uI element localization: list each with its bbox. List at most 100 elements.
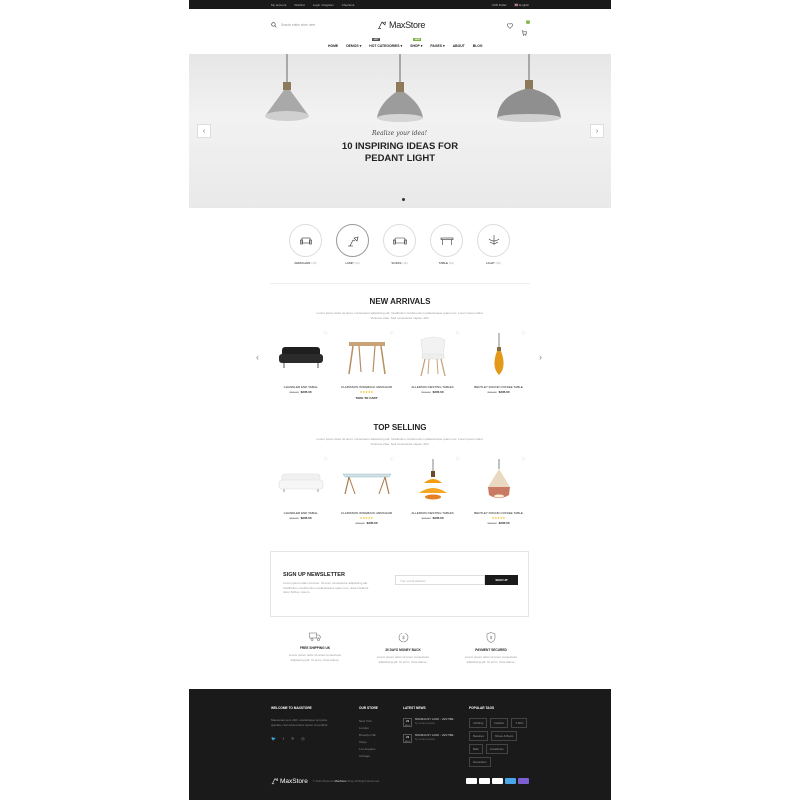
heart-icon[interactable]: ♡ [456, 457, 460, 463]
cart-button[interactable]: 0 [521, 20, 530, 41]
instagram-icon[interactable]: ◎ [301, 736, 305, 741]
product-card[interactable]: ♡ BENTLEY ROUND COFFEE TABLE $99.00 $235.… [469, 331, 528, 400]
product-price: $99.00 $235.00 [355, 521, 378, 525]
chevron-right-icon[interactable]: › [539, 352, 542, 362]
nav-hot-categories[interactable]: HOT HOT CATEGORIES ▾ [369, 38, 402, 48]
tag-link[interactable]: Fashion [490, 718, 509, 728]
facebook-icon[interactable]: f [283, 736, 284, 741]
product-name[interactable]: CHANDLER END TABLE [271, 385, 330, 389]
search-bar[interactable]: Search entire store here [271, 22, 315, 28]
tag-link[interactable]: Decoration [469, 757, 491, 767]
store-link[interactable]: Los Angeles [359, 746, 378, 753]
heart-icon[interactable]: ♡ [456, 331, 460, 337]
pinterest-icon[interactable]: ℗ [291, 736, 294, 741]
svg-text:$: $ [402, 635, 405, 640]
product-image[interactable]: ♡ [337, 457, 396, 507]
category-lamp[interactable]: LAMP (10) [336, 224, 369, 265]
heart-icon[interactable]: ♡ [390, 331, 394, 337]
discover-icon [492, 778, 503, 784]
product-card[interactable]: ♡ CLARISSON WINGBACK ARMCHAIR ★★★★★ TAKE… [337, 331, 396, 400]
add-to-cart-button[interactable]: TAKE TO CART [337, 396, 396, 400]
category-circle[interactable] [430, 224, 463, 257]
logo-lamp-icon [378, 21, 386, 29]
product-image[interactable]: ♡ [469, 331, 528, 381]
nav-home[interactable]: HOME [328, 44, 338, 48]
logo[interactable]: MaxStore [377, 20, 425, 30]
product-card[interactable]: ♡ CLARISSON WINGBACK ARMCHAIR ★★★★★ $99.… [337, 457, 396, 525]
slider-next-button[interactable]: › [590, 124, 604, 138]
product-card[interactable]: ♡ ALLERSON NESTING TABLES $99.00 $235.00 [403, 331, 462, 400]
search-input[interactable]: Search entire store here [281, 23, 315, 27]
tag-link[interactable]: Clothing [469, 718, 488, 728]
product-image[interactable]: ♡ [337, 331, 396, 381]
wishlist-heart-icon[interactable] [507, 23, 513, 29]
newsletter-email-input[interactable]: Your email address [395, 575, 485, 585]
login-register-link[interactable]: Login / Register [313, 3, 334, 7]
chevron-left-icon[interactable]: ‹ [256, 352, 259, 362]
slider-prev-button[interactable]: ‹ [197, 124, 211, 138]
product-name[interactable]: BENTLEY ROUND COFFEE TABLE [469, 385, 528, 389]
store-link[interactable]: Tokyo [359, 739, 378, 746]
product-image[interactable]: ♡ [469, 457, 528, 507]
language-select[interactable]: 🇬🇧 English [515, 3, 529, 7]
product-card[interactable]: ♡ BENTLEY ROUND COFFEE TABLE ★★★★★ $99.0… [469, 457, 528, 525]
product-image[interactable]: ♡ [403, 331, 462, 381]
currency-select[interactable]: USD Dollar [492, 3, 507, 7]
product-card[interactable]: ♡ ALLERSON NESTING TABLES $99.00 $235.00 [403, 457, 462, 525]
category-circle[interactable] [289, 224, 322, 257]
my-account-link[interactable]: My account [271, 3, 286, 7]
wishlist-link[interactable]: Wishlist [294, 3, 304, 7]
twitter-icon[interactable]: 🐦 [271, 736, 276, 741]
product-name[interactable]: BENTLEY ROUND COFFEE TABLE [469, 511, 528, 515]
cart-count-badge: 0 [526, 20, 530, 24]
store-link[interactable]: New York [359, 718, 378, 725]
nav-shop[interactable]: NEW SHOP ▾ [410, 38, 422, 48]
category-table[interactable]: TABLE (10) [430, 224, 463, 265]
category-sofas[interactable]: SOFAS (10) [383, 224, 416, 265]
news-item[interactable]: 23 AUG MINIMALIST LAND - VESTIBE by Lorem … [403, 733, 454, 743]
product-name[interactable]: CHANDLER END TABLE [271, 511, 330, 515]
footer-logo[interactable]: MaxStore [271, 777, 308, 785]
news-item[interactable]: 23 AUG MINIMALIST LAND - VESTIBE by Lorem … [403, 717, 454, 727]
heart-icon[interactable]: ♡ [390, 457, 394, 463]
product-image[interactable]: ♡ [403, 457, 462, 507]
store-link[interactable]: Chicago [359, 753, 378, 760]
checkout-link[interactable]: Checkout [342, 3, 355, 7]
category-circle[interactable] [336, 224, 369, 257]
mastercard-icon [479, 778, 490, 784]
tag-link[interactable]: Bath [469, 744, 483, 754]
signup-button[interactable]: SIGN UP [485, 575, 518, 585]
store-link[interactable]: London [359, 725, 378, 732]
rating-stars: ★★★★★ [491, 516, 506, 520]
new-arrivals-products: ♡ CHANDLER END TABLE $99.00 $235.00 ♡ CLA… [271, 331, 528, 400]
category-light[interactable]: LIGHT (10) [477, 224, 510, 265]
category-circle[interactable] [383, 224, 416, 257]
product-image[interactable]: ♡ [271, 331, 330, 381]
tag-link[interactable]: Beauties [469, 731, 488, 741]
nav-pages[interactable]: PAGES ▾ [430, 44, 444, 48]
heart-icon[interactable]: ♡ [522, 457, 526, 463]
category-armchair[interactable]: ARMCHAIR (10) [289, 224, 322, 265]
product-name[interactable]: CLARISSON WINGBACK ARMCHAIR [337, 511, 396, 515]
footer-popular-tags: POPULAR TAGS Clothing Fashion T-Shirt Be… [469, 706, 531, 767]
heart-icon[interactable]: ♡ [324, 331, 328, 337]
product-name[interactable]: ALLERSON NESTING TABLES [403, 511, 462, 515]
search-icon[interactable] [271, 22, 277, 28]
tag-link[interactable]: T-Shirt [511, 718, 528, 728]
nav-demos[interactable]: DEMOS ▾ [346, 44, 361, 48]
heart-icon[interactable]: ♡ [324, 457, 328, 463]
tag-link[interactable]: Jewelleries [485, 744, 508, 754]
store-link[interactable]: Brooklyn NE [359, 732, 378, 739]
nav-about[interactable]: ABOUT [453, 44, 465, 48]
slider-dot-active[interactable] [402, 198, 405, 201]
nav-blog[interactable]: BLOG [473, 44, 483, 48]
tag-link[interactable]: Shoes & Boots [490, 731, 518, 741]
product-card[interactable]: ♡ CHANDLER END TABLE $99.00 $235.00 [271, 457, 330, 525]
product-card[interactable]: ♡ CHANDLER END TABLE $99.00 $235.00 [271, 331, 330, 400]
table-icon [440, 237, 453, 245]
product-name[interactable]: ALLERSON NESTING TABLES [403, 385, 462, 389]
product-name[interactable]: CLARISSON WINGBACK ARMCHAIR [337, 385, 396, 389]
product-image[interactable]: ♡ [271, 457, 330, 507]
heart-icon[interactable]: ♡ [522, 331, 526, 337]
category-circle[interactable] [477, 224, 510, 257]
